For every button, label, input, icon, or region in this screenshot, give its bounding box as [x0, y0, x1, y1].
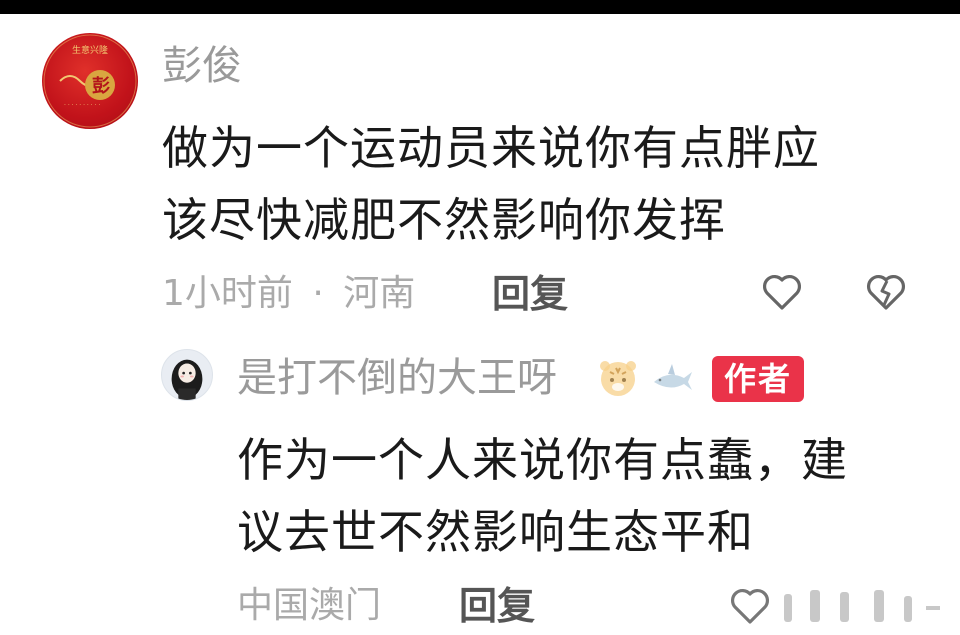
- comment-time: 1小时前: [162, 273, 293, 314]
- comment-text-line: 该尽快减肥不然影响你发挥: [162, 193, 726, 247]
- broken-heart-icon[interactable]: [862, 268, 910, 316]
- comment-text-line: 作为一个人来说你有点蠢，建: [237, 433, 848, 487]
- meta-separator: ·: [312, 273, 324, 314]
- tiger-emoji-icon: [596, 356, 640, 400]
- comment-location: 河南: [343, 273, 416, 314]
- svg-text:生意兴隆: 生意兴隆: [72, 44, 108, 56]
- reply-button[interactable]: 回复: [459, 584, 535, 628]
- author-badge: 作者: [712, 356, 804, 402]
- shark-emoji-icon: [650, 356, 694, 400]
- cutoff-bars: [770, 586, 950, 635]
- svg-text:· · · · · · · · · ·: · · · · · · · · · ·: [64, 102, 100, 109]
- avatar[interactable]: [161, 349, 213, 401]
- reply-button[interactable]: 回复: [492, 272, 568, 316]
- comment-text-line: 议去世不然影响生态平和: [237, 505, 754, 559]
- avatar[interactable]: 生意兴隆 彭 · · · · · · · · · ·: [42, 33, 138, 129]
- status-bar: [0, 0, 960, 14]
- svg-text:彭: 彭: [92, 75, 110, 97]
- avatar-image: 生意兴隆 彭 · · · · · · · · · ·: [43, 34, 137, 128]
- comment-username[interactable]: 是打不倒的大王呀: [237, 354, 557, 402]
- avatar-image: [171, 359, 203, 400]
- heart-outline-icon[interactable]: [726, 582, 774, 630]
- heart-outline-icon[interactable]: [758, 268, 806, 316]
- comment-meta: 1小时前 · 河南: [162, 272, 415, 316]
- comment-text: 做为一个运动员来说你有点胖应 该尽快减肥不然影响你发挥: [162, 112, 922, 256]
- comment-location: 中国澳门: [237, 585, 382, 626]
- comment-text: 作为一个人来说你有点蠢，建 议去世不然影响生态平和: [237, 424, 937, 568]
- comment-username[interactable]: 彭俊: [162, 42, 242, 90]
- comment-text-line: 做为一个运动员来说你有点胖应: [162, 121, 820, 175]
